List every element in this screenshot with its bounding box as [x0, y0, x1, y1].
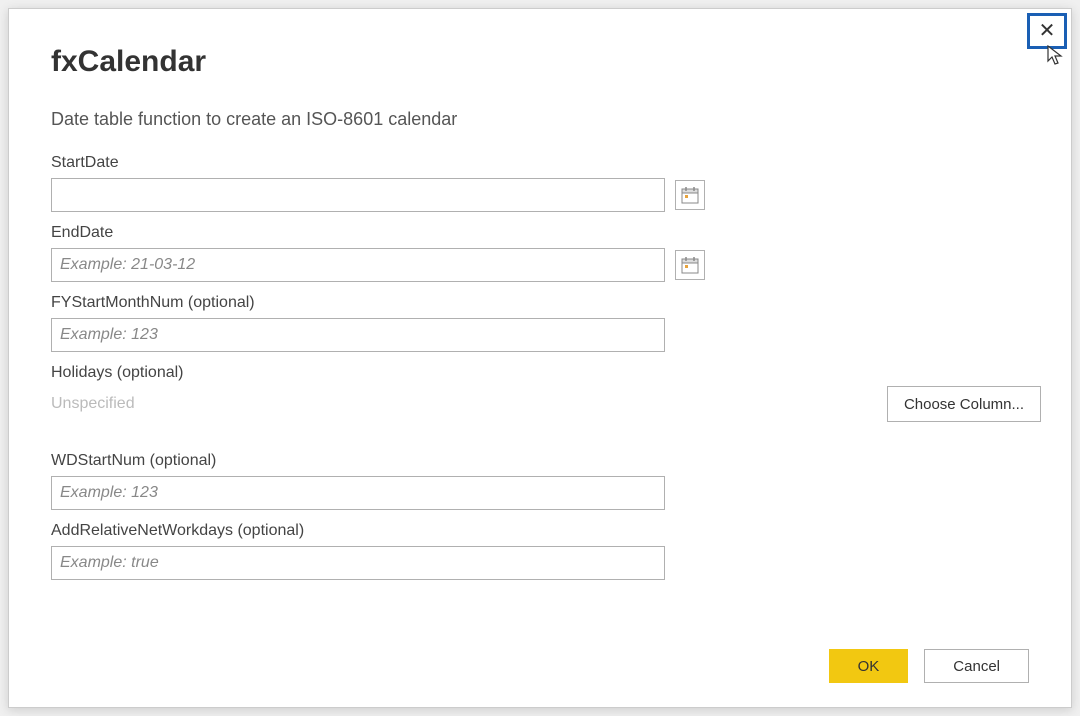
enddate-label: EndDate: [51, 224, 1029, 242]
startdate-row: [51, 178, 1029, 212]
calendar-icon: [680, 255, 700, 275]
wdstartnum-label: WDStartNum (optional): [51, 452, 1029, 470]
cancel-button[interactable]: Cancel: [924, 649, 1029, 683]
enddate-row: [51, 248, 1029, 282]
calendar-icon: [680, 185, 700, 205]
wdstartnum-input[interactable]: [51, 476, 665, 510]
addrelativenetworkdays-label: AddRelativeNetWorkdays (optional): [51, 522, 1029, 540]
addrelativenetworkdays-input[interactable]: [51, 546, 665, 580]
choose-column-button[interactable]: Choose Column...: [887, 386, 1041, 422]
function-invoke-dialog: ✕ fxCalendar Date table function to crea…: [8, 8, 1072, 708]
field-addrelativenetworkdays: AddRelativeNetWorkdays (optional): [51, 522, 1029, 580]
enddate-input[interactable]: [51, 248, 665, 282]
field-startdate: StartDate: [51, 154, 1029, 212]
field-wdstartnum: WDStartNum (optional): [51, 452, 1029, 510]
close-button[interactable]: ✕: [1027, 13, 1067, 49]
fystartmonthnum-label: FYStartMonthNum (optional): [51, 294, 1029, 312]
dialog-content: fxCalendar Date table function to create…: [9, 9, 1071, 612]
field-fystartmonthnum: FYStartMonthNum (optional): [51, 294, 1029, 352]
enddate-picker-button[interactable]: [675, 250, 705, 280]
dialog-title: fxCalendar: [51, 45, 1029, 79]
holidays-unspecified-text: Unspecified: [51, 395, 135, 413]
dialog-footer: OK Cancel: [829, 649, 1029, 683]
startdate-input[interactable]: [51, 178, 665, 212]
field-enddate: EndDate: [51, 224, 1029, 282]
ok-button[interactable]: OK: [829, 649, 909, 683]
startdate-picker-button[interactable]: [675, 180, 705, 210]
field-holidays: Holidays (optional): [51, 364, 1029, 382]
startdate-label: StartDate: [51, 154, 1029, 172]
fystartmonthnum-input[interactable]: [51, 318, 665, 352]
dialog-description: Date table function to create an ISO-860…: [51, 109, 1029, 130]
holidays-label: Holidays (optional): [51, 364, 1029, 382]
holidays-value-row: Unspecified Choose Column...: [51, 386, 1041, 422]
close-icon: ✕: [1039, 21, 1056, 41]
